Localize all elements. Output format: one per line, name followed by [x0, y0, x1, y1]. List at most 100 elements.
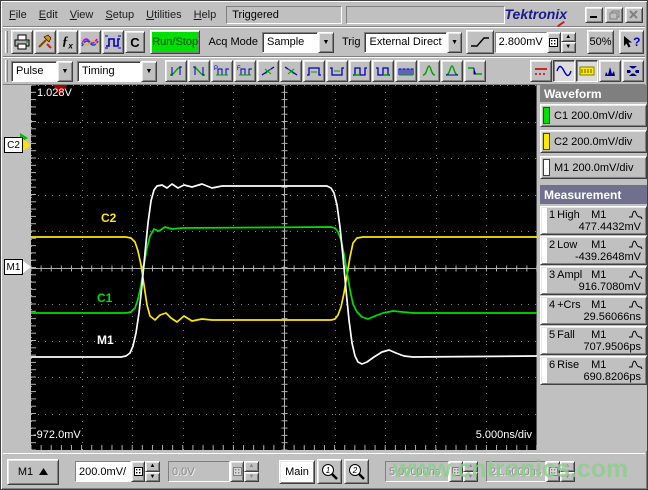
meas-category-select[interactable]: Pulse ▼ [11, 60, 73, 82]
c1-color-chip [543, 107, 550, 124]
meas-high-low-button[interactable] [464, 60, 486, 82]
toolbar-measurement: Pulse ▼ Timing ▼ P F [3, 58, 645, 85]
channel-marker-M1[interactable]: M1 [4, 257, 31, 277]
meas-fall-time-button[interactable] [188, 60, 210, 82]
waveform-style-button[interactable] [79, 30, 102, 54]
trig-source-select[interactable]: External Direct ▼ [364, 31, 463, 53]
define-math-button[interactable]: ƒx [56, 30, 79, 54]
print-button[interactable] [10, 30, 33, 54]
menu-help[interactable]: Help [188, 6, 223, 24]
chevron-down-icon[interactable]: ▼ [446, 31, 463, 53]
zoom-2-button[interactable]: 2 [344, 459, 369, 484]
meas-pos-duty-button[interactable] [349, 60, 371, 82]
menu-setup[interactable]: Setup [99, 6, 140, 24]
rise-time-icon [169, 66, 183, 76]
clear-button[interactable]: C [124, 31, 145, 53]
autoset-button[interactable] [102, 30, 124, 54]
measurement-item-pos-cross[interactable]: 4 +Crs M1 29.56066ns [540, 296, 647, 325]
spin-up-icon: ▲ [244, 461, 259, 472]
chevron-down-icon[interactable]: ▼ [141, 60, 157, 82]
trig-level-spinner[interactable]: 2.800mV ▲ ▼ [494, 31, 576, 53]
histogram-button[interactable] [599, 60, 621, 82]
meas-burst-width-button[interactable] [395, 60, 417, 82]
neg-duty-icon [376, 67, 390, 76]
spin-down-icon[interactable]: ▼ [145, 471, 160, 482]
chevron-down-icon[interactable]: ▼ [57, 60, 73, 82]
context-help-icon [624, 36, 633, 48]
meas-neg-width-button[interactable] [326, 60, 348, 82]
minimize-icon [590, 16, 597, 18]
toolbar-grip[interactable] [5, 31, 8, 53]
waveform-icon [81, 38, 99, 47]
mask-test-button[interactable] [622, 60, 644, 82]
waveform-button-c2[interactable]: C2 200.0mV/div [540, 130, 647, 153]
close-button[interactable] [625, 6, 643, 23]
cursors-button[interactable] [530, 60, 552, 82]
meas-neg-duty-button[interactable] [372, 60, 394, 82]
menu-edit[interactable]: Edit [33, 6, 64, 24]
restore-button[interactable] [605, 6, 623, 23]
menu-file[interactable]: File [3, 6, 33, 24]
waveform-display-button[interactable] [553, 60, 575, 82]
spin-down-icon: ▼ [560, 471, 575, 482]
keypad-icon [546, 461, 560, 482]
menu-bar: File Edit View Setup Utilities Help Trig… [3, 3, 645, 27]
run-stop-button[interactable]: Run/Stop [149, 30, 201, 54]
right-panel: Waveform C1 200.0mV/div C2 200.0mV/div M… [540, 85, 647, 451]
context-help-button[interactable]: ? [618, 30, 645, 54]
pulse-shape-icon [628, 208, 643, 222]
meas-pos-overshoot-button[interactable] [418, 60, 440, 82]
timebase-spinner: 5.00000ns ▲ ▼ [385, 461, 478, 482]
minimize-button[interactable] [585, 6, 603, 23]
keypad-icon[interactable] [546, 31, 561, 53]
close-icon [629, 10, 638, 19]
waveform-panel-header: Waveform [540, 85, 647, 102]
up-arrow-icon [39, 468, 49, 475]
zoom-1-button[interactable]: 1 [317, 459, 342, 484]
print-icon [14, 34, 30, 50]
trig-slope-button[interactable] [466, 30, 494, 54]
spin-up-icon[interactable]: ▲ [560, 31, 576, 42]
measurement-item-fall[interactable]: 5 Fall M1 707.9506ps [540, 326, 647, 355]
vertical-source-button[interactable]: M1 [7, 458, 59, 485]
toolbar-grip[interactable] [5, 60, 8, 82]
channel-marker-C2[interactable]: C2 [4, 133, 31, 155]
tools-button[interactable] [33, 30, 56, 54]
menu-view[interactable]: View [64, 6, 100, 24]
bottom-bar: M1 200.0mV/ ▲ ▼ 0.0V ▲ ▼ Main 1 2 5.00000n… [3, 453, 645, 489]
acq-mode-select[interactable]: Sample ▼ [261, 31, 334, 53]
measurement-item-low[interactable]: 2 Low M1 -439.2648mV [540, 236, 647, 265]
fall-time-icon [192, 66, 206, 76]
measurement-item-ampl[interactable]: 3 Ampl M1 916.7080mV [540, 266, 647, 295]
meas-period-button[interactable]: P [211, 60, 233, 82]
keypad-icon [449, 461, 463, 482]
set-50-button[interactable]: 50% [586, 30, 615, 54]
readouts-button[interactable] [576, 60, 598, 82]
waveform-graticule[interactable]: 1.028V -972.0mV 5.000ns/div C2 C1 M1 [31, 85, 537, 450]
pos-crossing-icon [261, 66, 275, 76]
pulse-icon [104, 35, 121, 49]
spin-up-icon[interactable]: ▲ [145, 461, 160, 472]
meas-palette-select[interactable]: Timing ▼ [77, 60, 157, 82]
meas-pos-crossing-button[interactable] [257, 60, 279, 82]
chevron-down-icon[interactable]: ▼ [317, 31, 334, 53]
meas-rise-time-button[interactable] [165, 60, 187, 82]
meas-frequency-button[interactable]: F [234, 60, 256, 82]
vertical-scale-spinner[interactable]: 200.0mV/ ▲ ▼ [75, 461, 160, 482]
measurement-panel-header: Measurement [540, 185, 647, 204]
horizontal-mode-button[interactable]: Main [279, 459, 315, 484]
keypad-icon[interactable] [131, 461, 145, 482]
scope-canvas [31, 85, 537, 450]
meas-neg-overshoot-button[interactable] [441, 60, 463, 82]
waveform-button-m1[interactable]: M1 200.0mV/div [540, 156, 647, 179]
waveform-button-c1[interactable]: C1 200.0mV/div [540, 104, 647, 127]
spin-down-icon[interactable]: ▼ [560, 42, 576, 53]
menu-utilities[interactable]: Utilities [140, 6, 187, 24]
meas-pos-width-button[interactable] [303, 60, 325, 82]
measurement-item-high[interactable]: 1 High M1 477.4432mV [540, 206, 647, 235]
status-well-empty [345, 5, 505, 24]
measurement-item-rise[interactable]: 6 Rise M1 690.8206ps [540, 356, 647, 385]
pulse-shape-icon [628, 268, 643, 282]
histogram-icon [603, 67, 617, 76]
meas-neg-crossing-button[interactable] [280, 60, 302, 82]
